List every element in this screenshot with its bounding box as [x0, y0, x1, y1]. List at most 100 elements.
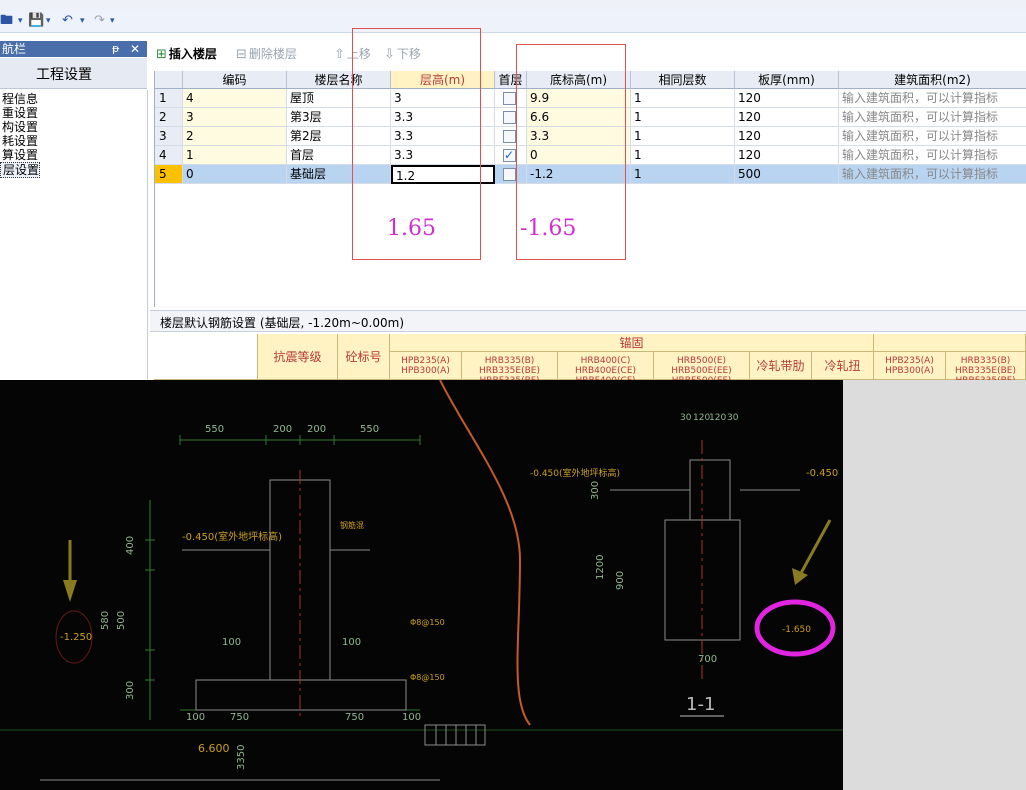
cell-slab[interactable]: 120: [735, 146, 839, 165]
col-header-slab[interactable]: 板厚(mm): [735, 71, 839, 89]
undo-icon[interactable]: ↶: [62, 12, 73, 30]
save-icon[interactable]: 💾: [28, 12, 44, 30]
cell-slab[interactable]: 120: [735, 127, 839, 146]
nav-item-loss[interactable]: 耗设置: [0, 134, 38, 148]
nav-item-weight[interactable]: 重设置: [0, 106, 38, 120]
nav-list: 程信息 重设置 构设置 耗设置 算设置 层设置: [0, 90, 148, 380]
rebar-col-cold-rolled-ribbed[interactable]: 冷轧带肋: [750, 352, 812, 380]
rebar-group-next: [874, 334, 1026, 352]
chevron-down-icon[interactable]: ▾: [110, 12, 115, 30]
nav-item-project-info[interactable]: 程信息: [0, 92, 38, 106]
rebar-col-concrete[interactable]: 砼标号: [338, 334, 390, 380]
chevron-down-icon[interactable]: ▾: [46, 12, 51, 30]
rebar-corner-cell: [154, 334, 258, 380]
cell-same[interactable]: 1: [631, 108, 735, 127]
first-floor-checkbox[interactable]: [503, 130, 516, 143]
cell-code[interactable]: 4: [183, 89, 287, 108]
rebar-col-hrb500[interactable]: HRB500(E) HRB500E(EE) HRBF500(EF): [654, 352, 750, 386]
col-header-code[interactable]: 编码: [183, 71, 287, 89]
cad-elev-left: -1.250: [60, 632, 92, 643]
cell-slab[interactable]: 120: [735, 89, 839, 108]
cell-code[interactable]: 0: [183, 165, 287, 184]
rebar-col-hpb235-2[interactable]: HPB235(A) HPB300(A): [874, 352, 946, 380]
row-number: 1: [155, 89, 183, 108]
cad-dim-top-4: 550: [360, 424, 379, 435]
cad-rebar-1: Φ8@150: [410, 618, 445, 627]
cad-dim-top-right-2: 120: [693, 413, 710, 423]
annotation-bottom: -1.65: [520, 216, 577, 241]
insert-floor-button[interactable]: ⊞ 插入楼层: [156, 46, 217, 62]
cad-dim-top-2: 200: [273, 424, 292, 435]
close-icon[interactable]: ✕: [130, 41, 140, 57]
rebar-col-hrb400[interactable]: HRB400(C) HRB400E(CE) HRBF400(CF) HRBF40…: [558, 352, 654, 396]
col-header-same[interactable]: 相同层数: [631, 71, 735, 89]
cell-area[interactable]: 输入建筑面积，可以计算指标: [839, 89, 1026, 108]
cad-level-bottom: 6.600: [198, 742, 230, 755]
cell-same[interactable]: 1: [631, 165, 735, 184]
nav-section-title: 工程设置: [36, 67, 92, 83]
cad-side-panel: [843, 380, 1026, 790]
cell-same[interactable]: 1: [631, 89, 735, 108]
cad-rebar-2: Φ8@150: [410, 673, 445, 682]
nav-item-calc[interactable]: 算设置: [0, 148, 38, 162]
nav-item-structure[interactable]: 构设置: [0, 120, 38, 134]
chevron-down-icon[interactable]: ▾: [80, 12, 85, 30]
cell-slab[interactable]: 500: [735, 165, 839, 184]
rebar-settings-title: 楼层默认钢筋设置 (基础层, -1.20m~0.00m): [160, 316, 405, 330]
cad-dim-top-1: 550: [205, 424, 224, 435]
annotation-height: 1.65: [387, 216, 436, 241]
rebar-col-hpb235[interactable]: HPB235(A) HPB300(A): [390, 352, 462, 380]
rebar-col-seismic[interactable]: 抗震等级: [258, 334, 338, 380]
first-floor-checkbox[interactable]: [503, 146, 516, 164]
window-title-bar: [0, 0, 1026, 10]
nav-panel-title: 航栏: [2, 42, 27, 56]
cad-dim-right-1: 300: [590, 481, 601, 500]
cad-section-label: 1-1: [686, 694, 715, 715]
cell-area[interactable]: 输入建筑面积，可以计算指标: [839, 146, 1026, 165]
arrow-up-icon: ⇧: [334, 47, 345, 62]
cell-code[interactable]: 2: [183, 127, 287, 146]
cad-level-right: -0.450: [806, 468, 838, 479]
row-number: 2: [155, 108, 183, 127]
cad-dim-top-right-4: 30: [727, 413, 739, 423]
cell-same[interactable]: 1: [631, 146, 735, 165]
col-header-area[interactable]: 建筑面积(m2): [839, 71, 1026, 89]
cad-dim-bottom-2: 750: [230, 712, 249, 723]
cell-code[interactable]: 1: [183, 146, 287, 165]
rebar-col-hrb335-2[interactable]: HRB335(B) HRB335E(BE) HRBF335(BF): [946, 352, 1026, 386]
cad-drawing-svg: 550 200 200 550 100 750 750 100 100 100 …: [0, 380, 843, 781]
cell-area[interactable]: 输入建筑面积，可以计算指标: [839, 165, 1026, 184]
first-floor-checkbox[interactable]: [503, 111, 516, 124]
insert-icon: ⊞: [156, 47, 167, 62]
cad-dim-top-right-3: 120: [709, 413, 726, 423]
rebar-group-anchorage: 锚固: [390, 334, 874, 352]
row-number-header: [155, 71, 183, 89]
first-floor-checkbox[interactable]: [503, 168, 516, 181]
first-floor-checkbox[interactable]: [503, 92, 516, 105]
delete-icon: ⊟: [236, 47, 247, 62]
cell-slab[interactable]: 120: [735, 108, 839, 127]
cad-dim-mid-2: 100: [342, 637, 361, 648]
rebar-col-cold-rolled-twisted[interactable]: 冷轧扭: [812, 352, 874, 380]
nav-item-floor[interactable]: 层设置: [0, 162, 41, 178]
delete-floor-button[interactable]: ⊟ 删除楼层: [236, 46, 297, 62]
rebar-settings-bar: 楼层默认钢筋设置 (基础层, -1.20m~0.00m): [150, 310, 1026, 332]
cell-same[interactable]: 1: [631, 127, 735, 146]
cad-dim-right-2: 1200: [595, 555, 606, 580]
chevron-down-icon[interactable]: ▾: [18, 12, 23, 30]
open-icon[interactable]: 🖿: [0, 12, 13, 30]
cell-code[interactable]: 3: [183, 108, 287, 127]
cad-dim-v-3: 500: [116, 611, 127, 630]
cell-area[interactable]: 输入建筑面积，可以计算指标: [839, 127, 1026, 146]
cell-area[interactable]: 输入建筑面积，可以计算指标: [839, 108, 1026, 127]
redo-icon[interactable]: ↷: [94, 12, 105, 30]
rebar-col-hrb335[interactable]: HRB335(B) HRB335E(BE) HRBF335(BF): [462, 352, 558, 386]
nav-section-header[interactable]: 工程设置: [0, 58, 147, 89]
cad-dim-bottom-1: 100: [186, 712, 205, 723]
pin-icon[interactable]: ᵽ: [112, 41, 119, 57]
cad-dim-right-bottom: 700: [698, 654, 717, 665]
row-number: 5: [155, 165, 183, 184]
cad-dim-right-3: 900: [615, 571, 626, 590]
cad-dim-top-right-1: 30: [680, 413, 692, 423]
row-number: 3: [155, 127, 183, 146]
